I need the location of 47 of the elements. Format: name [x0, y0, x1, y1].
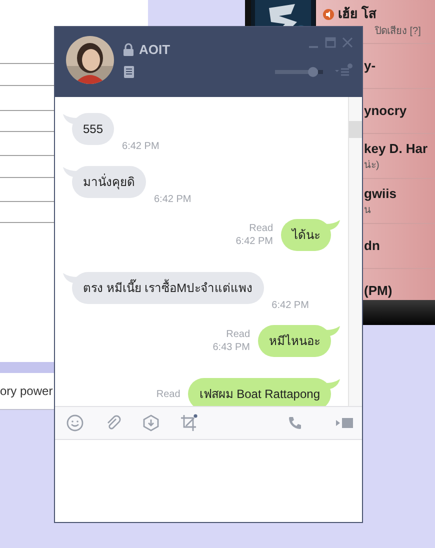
read-status: Read: [226, 328, 250, 341]
notes-icon[interactable]: [124, 66, 134, 78]
message-time: 6:42 PM: [236, 235, 273, 248]
close-icon[interactable]: [342, 37, 353, 48]
status-bar: [363, 300, 435, 325]
footer-text: ory power: [0, 383, 53, 400]
message-time: 6:42 PM: [122, 140, 160, 153]
window-title: AOIT: [139, 41, 170, 59]
message-bubble: เฟสผม Boat Rattapong: [188, 378, 331, 406]
video-call-button[interactable]: [336, 417, 354, 429]
message-bubble: 555: [72, 113, 114, 145]
message-time: 6:42 PM: [272, 299, 309, 312]
emoji-button[interactable]: [66, 414, 84, 432]
contact-status: ปิดเสียง [?]: [374, 24, 422, 39]
message-bubble: หมีไหนอะ: [258, 325, 331, 357]
menu-icon[interactable]: [335, 63, 353, 77]
crop-button[interactable]: [180, 414, 198, 432]
bubble-tail-icon: [63, 273, 77, 283]
contact-name: ynocry: [364, 102, 407, 120]
read-status: Read: [249, 222, 273, 235]
speaker-icon: [323, 8, 334, 20]
bubble-tail-icon: [326, 220, 340, 230]
bubble-tail-icon: [63, 114, 77, 124]
contact-name: (PM): [364, 282, 392, 300]
contact-name: y-: [364, 57, 376, 76]
minimize-icon[interactable]: [308, 46, 319, 48]
message-time: 6:43 PM: [212, 341, 250, 354]
bubble-tail-icon: [326, 379, 340, 389]
message-bubble: มานั่งคุยดิ: [72, 166, 146, 198]
message-time: 6:42 PM: [154, 193, 192, 206]
download-button[interactable]: [142, 414, 160, 432]
maximize-icon[interactable]: [325, 37, 336, 48]
contact-name: gwiis: [364, 184, 397, 203]
bubble-tail-icon: [63, 167, 77, 177]
read-status: Read: [156, 388, 180, 400]
call-button[interactable]: [288, 416, 302, 430]
bubble-tail-icon: [326, 326, 340, 336]
message-bubble: ตรง หมีเนี๊ย เราซื้อMปะจำแต่แพง: [72, 272, 264, 304]
message-bubble: ได้นะ: [281, 219, 331, 251]
contact-status: น: [364, 204, 372, 218]
lock-icon: [123, 43, 134, 56]
contact-name: เฮ้ย โส: [338, 4, 377, 24]
scrollbar-thumb[interactable]: [349, 121, 362, 138]
contact-name: dn: [364, 237, 380, 256]
title-bar: [0, 362, 54, 373]
contact-status: น่ะ): [364, 159, 380, 174]
contact-name: key D. Har: [364, 140, 428, 158]
